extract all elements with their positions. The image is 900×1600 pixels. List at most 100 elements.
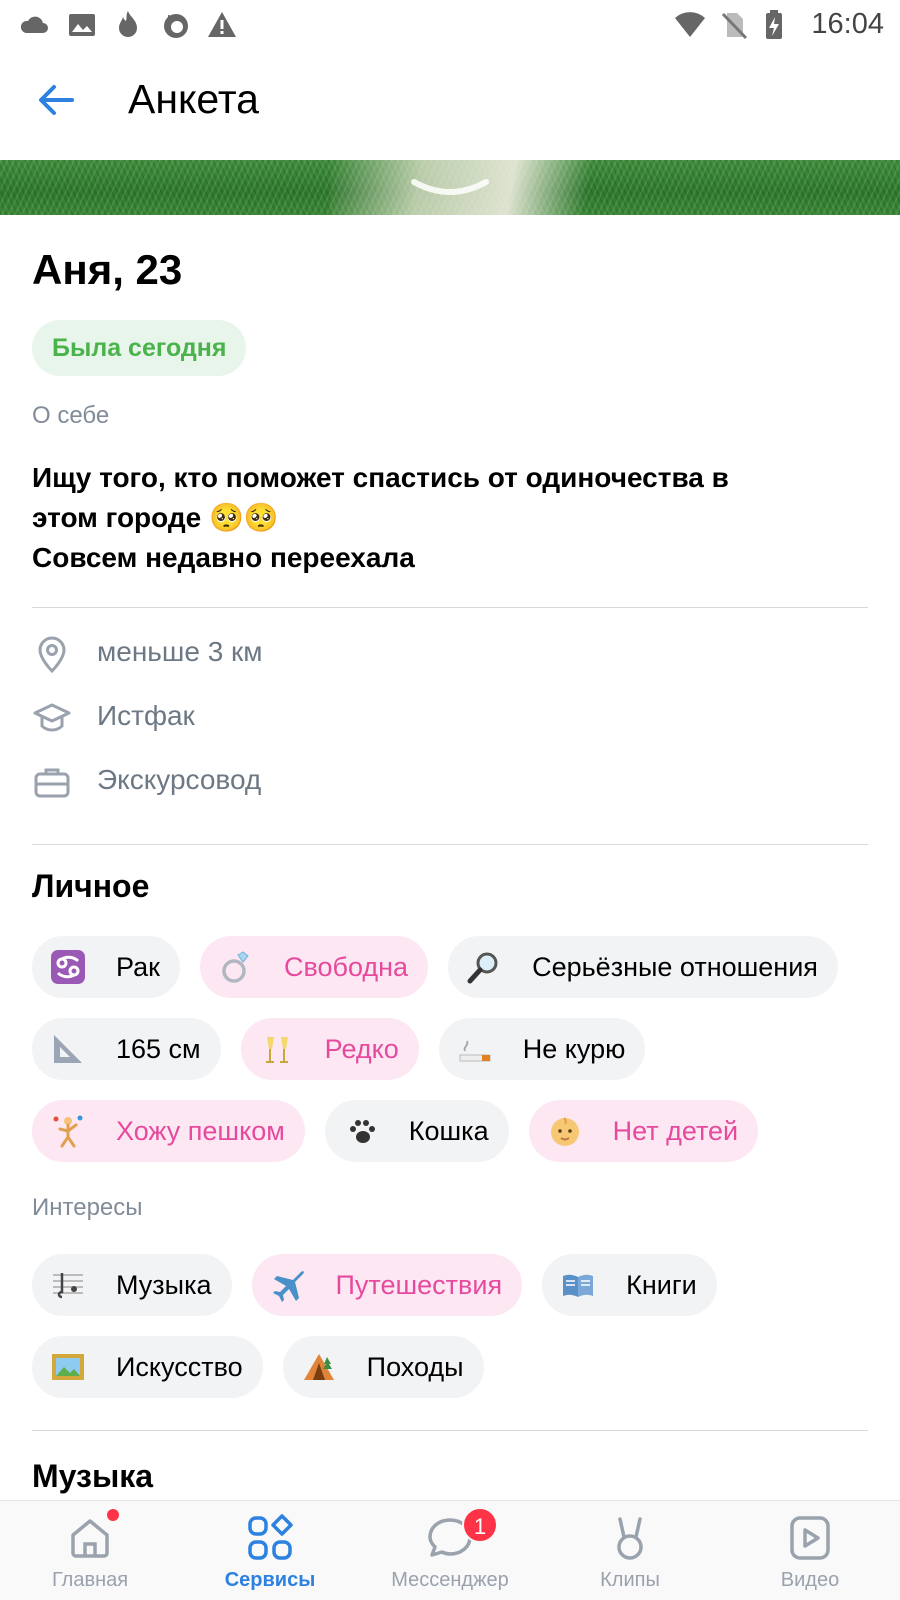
status-bar: 16:04: [0, 0, 900, 50]
no-sim-icon: [721, 12, 748, 40]
chip-label: Нет детей: [612, 1115, 739, 1146]
book-icon: [560, 1267, 596, 1303]
unread-badge: 1: [462, 1507, 498, 1543]
notification-dot: [107, 1509, 119, 1521]
ring-icon: [218, 949, 254, 985]
divider: [32, 844, 868, 845]
profile-photo[interactable]: [0, 160, 900, 215]
chip-row: Музыка Путешествия Книги: [32, 1254, 868, 1316]
chip-label: Путешествия: [335, 1269, 503, 1300]
chip-label: Не курю: [522, 1033, 626, 1064]
champagne-icon: [259, 1031, 295, 1067]
framed-picture-icon: [50, 1349, 86, 1385]
chip-transport[interactable]: Хожу пешком: [32, 1100, 305, 1162]
warning-icon: [208, 12, 236, 37]
clips-icon: [617, 1517, 643, 1560]
baby-icon: [547, 1113, 583, 1149]
nav-label: Сервисы: [224, 1569, 316, 1591]
chip-relationship-status[interactable]: Свободна: [199, 936, 429, 998]
back-arrow-icon[interactable]: [30, 74, 82, 126]
briefcase-icon: [34, 768, 70, 798]
nav-label: Главная: [51, 1569, 129, 1591]
divider: [32, 607, 868, 608]
graduation-cap-icon: [33, 703, 71, 732]
nav-label: Клипы: [600, 1569, 660, 1591]
chip-label: 165 см: [116, 1033, 201, 1064]
app-header: Анкета: [0, 50, 900, 160]
juggler-icon: [50, 1113, 86, 1149]
about-text: Ищу того, кто поможет спастись от одиноч…: [32, 458, 852, 578]
music-score-icon: [50, 1267, 86, 1303]
cancer-zodiac-icon: [50, 949, 86, 985]
nav-clips[interactable]: Клипы: [540, 1501, 720, 1600]
cigarette-icon: [457, 1031, 493, 1067]
triangle-ruler-icon: [50, 1031, 86, 1067]
chip-label: Серьёзные отношения: [532, 951, 818, 982]
chip-label: Книги: [626, 1269, 697, 1300]
chevron-down-icon[interactable]: [410, 174, 490, 202]
chip-height[interactable]: 165 см: [32, 1018, 221, 1080]
about-line: Ищу того, кто поможет спастись от одиноч…: [32, 462, 729, 493]
bottom-navigation: Главная Сервисы 1 Мессенджер Клипы Видео: [0, 1500, 900, 1600]
clock: 16:04: [811, 8, 884, 40]
chip-smoking[interactable]: Не курю: [438, 1018, 646, 1080]
fire-icon: [119, 11, 137, 37]
magnifier-icon: [466, 949, 502, 985]
chip-row: Искусство Походы: [32, 1336, 868, 1398]
chip-pets[interactable]: Кошка: [324, 1100, 509, 1162]
chip-interest-hiking[interactable]: Походы: [282, 1336, 484, 1398]
home-icon: [71, 1519, 109, 1558]
chip-interest-art[interactable]: Искусство: [32, 1336, 263, 1398]
chip-label: Походы: [366, 1351, 464, 1382]
location-pin-icon: [38, 636, 66, 674]
chip-interest-music[interactable]: Музыка: [32, 1254, 232, 1316]
image-icon: [69, 14, 95, 36]
chip-row: 165 см Редко Не курю: [32, 1018, 868, 1080]
education-row: Истфак: [32, 694, 852, 738]
about-line: Совсем недавно переехала: [32, 542, 415, 573]
chip-label: Хожу пешком: [116, 1115, 285, 1146]
page-title: Анкета: [128, 76, 259, 122]
nav-messenger[interactable]: 1 Мессенджер: [360, 1501, 540, 1600]
status-badge: Была сегодня: [32, 320, 247, 376]
personal-section-title: Личное: [32, 868, 150, 904]
chip-label: Свободна: [283, 951, 409, 982]
nav-home[interactable]: Главная: [0, 1501, 180, 1600]
about-line: этом городе 🥺🥺: [32, 502, 279, 533]
chip-row: Рак Свободна Серьёзные отношения: [32, 936, 868, 998]
divider: [32, 1430, 868, 1431]
tent-icon: [301, 1349, 337, 1385]
cloud-icon: [20, 16, 48, 33]
personal-chips: Рак Свободна Серьёзные отношения 165 см: [32, 936, 868, 1182]
chip-interest-travel[interactable]: Путешествия: [251, 1254, 523, 1316]
chip-children[interactable]: Нет детей: [528, 1100, 759, 1162]
education-text: Истфак: [97, 700, 195, 731]
nav-label: Видео: [780, 1569, 840, 1591]
chip-row: Хожу пешком Кошка Нет детей: [32, 1100, 868, 1162]
chip-looking-for[interactable]: Серьёзные отношения: [448, 936, 838, 998]
chip-label: Музыка: [116, 1269, 212, 1300]
job-row: Экскурсовод: [32, 758, 852, 802]
firefox-icon: [164, 14, 188, 38]
chip-label: Редко: [324, 1033, 399, 1064]
services-icon: [248, 1514, 293, 1560]
music-section-title: Музыка: [32, 1458, 154, 1494]
wifi-icon: [675, 12, 705, 37]
chip-label: Рак: [116, 951, 160, 982]
distance-text: меньше 3 км: [97, 636, 263, 667]
profile-name: Аня, 23: [32, 246, 183, 293]
interests-label: Интересы: [32, 1194, 143, 1221]
about-label: О себе: [32, 402, 110, 429]
chip-label: Кошка: [408, 1115, 489, 1146]
chip-alcohol[interactable]: Редко: [240, 1018, 419, 1080]
chip-label: Искусство: [116, 1351, 243, 1382]
chip-interest-books[interactable]: Книги: [542, 1254, 717, 1316]
video-icon: [790, 1516, 830, 1560]
nav-video[interactable]: Видео: [720, 1501, 900, 1600]
interest-chips: Музыка Путешествия Книги Искусство Поход…: [32, 1254, 868, 1418]
paw-icon: [343, 1113, 379, 1149]
nav-label: Мессенджер: [391, 1569, 509, 1591]
battery-charging-icon: [766, 10, 782, 39]
nav-services[interactable]: Сервисы: [180, 1501, 360, 1600]
chip-zodiac[interactable]: Рак: [32, 936, 180, 998]
